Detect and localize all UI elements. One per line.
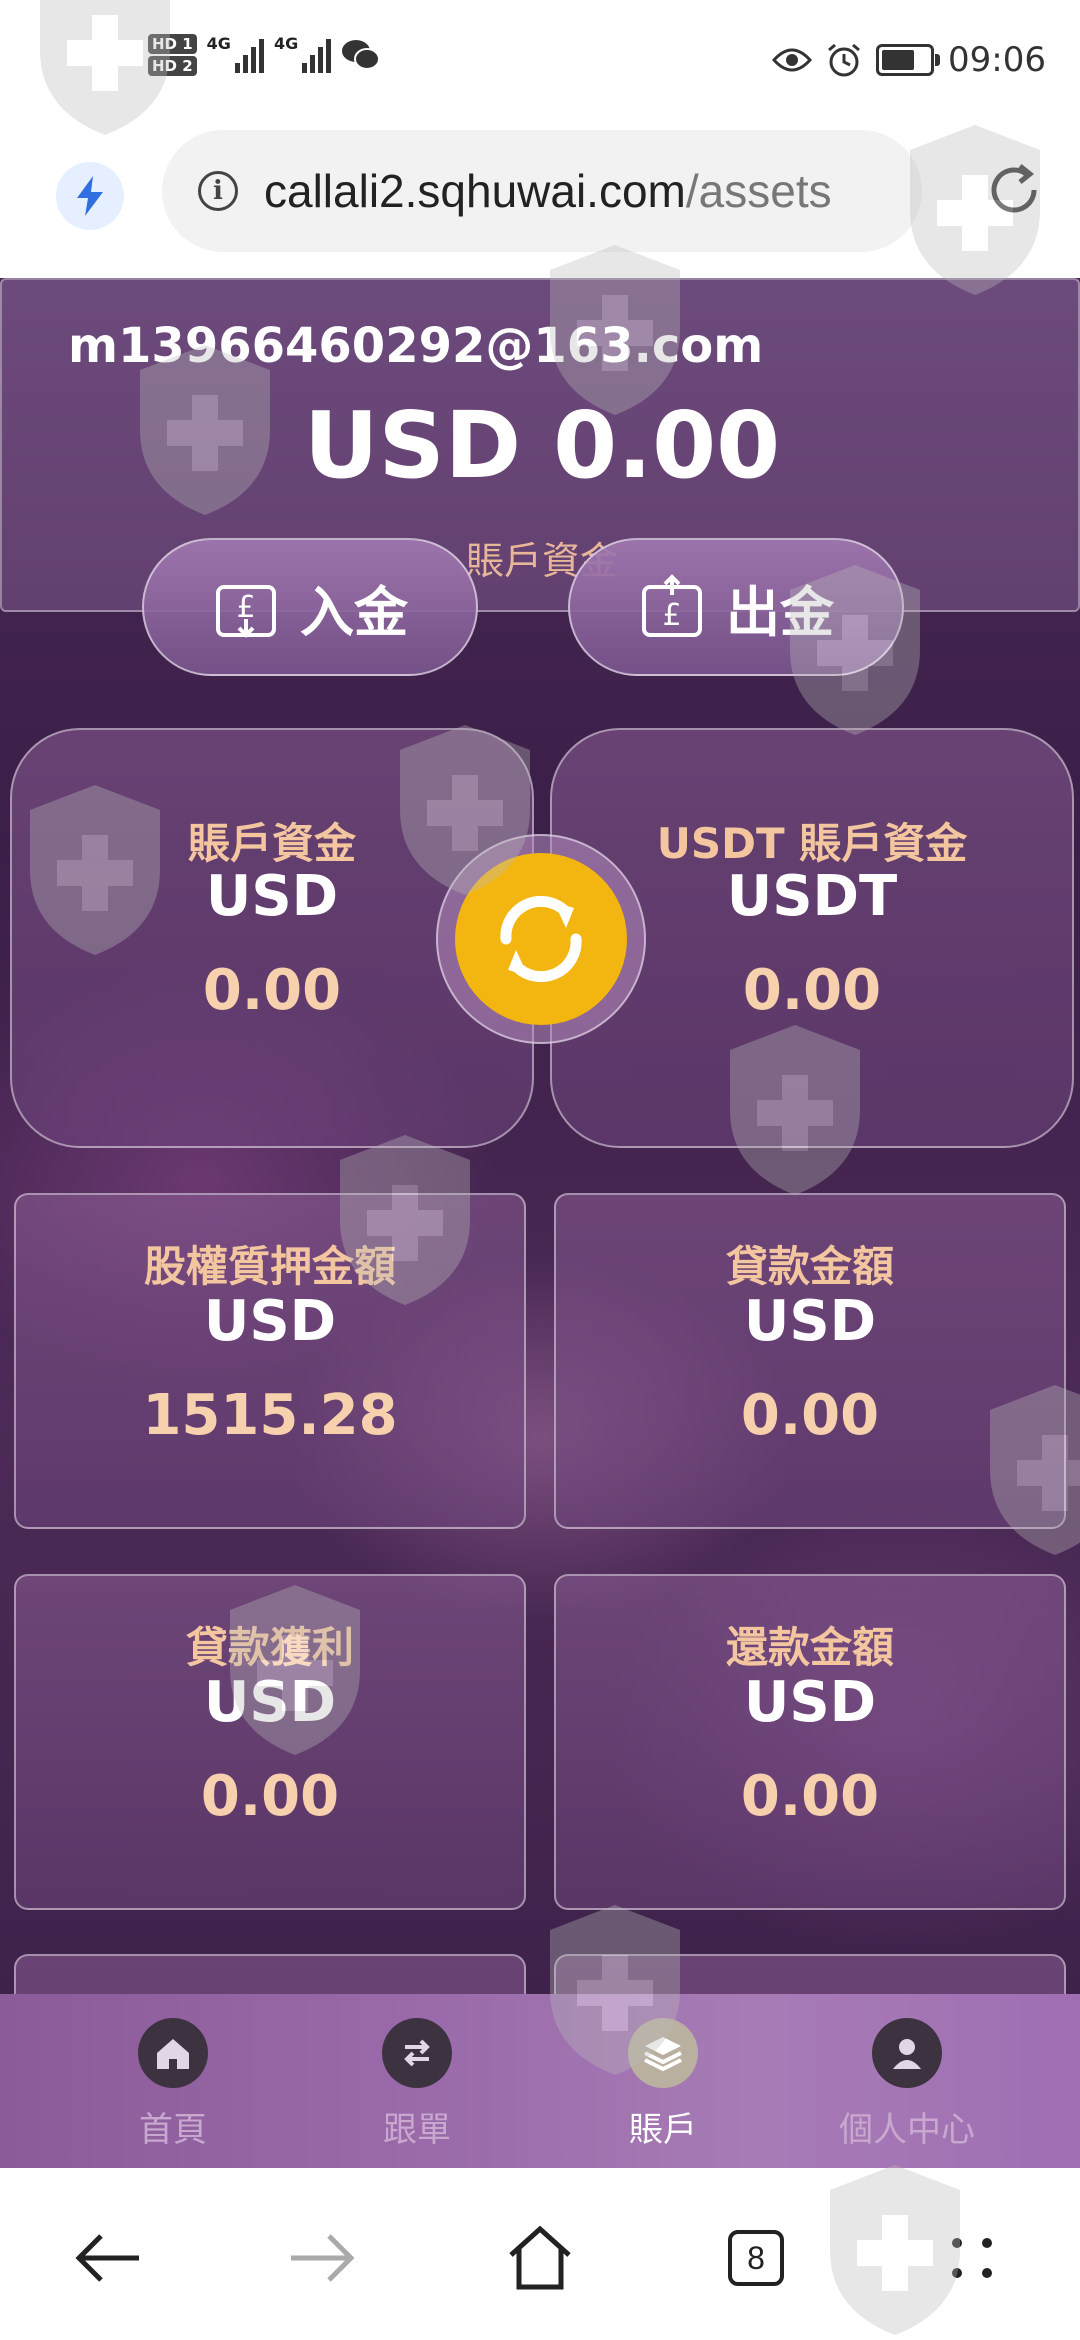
swap-icon [382,2018,452,2088]
withdraw-icon: £ [642,574,702,637]
tabs-button[interactable]: 8 [706,2218,806,2298]
user-icon [872,2018,942,2088]
status-left: HD 1 HD 2 4G 4G [148,34,381,76]
info-icon[interactable]: i [198,171,238,211]
layers-icon [628,2018,698,2088]
hd2-badge: HD 2 [148,56,197,76]
browser-nav-bar: 8 [0,2168,1080,2340]
stat-currency: USD [743,1289,877,1354]
loan-profit-card: 貸款獲利 USD 0.00 [14,1574,526,1910]
more-icon [952,2238,992,2278]
tab-label: 首頁 [139,2110,207,2150]
address-bar[interactable]: i callali2.sqhuwai.com/assets [162,130,922,252]
swap-button[interactable] [436,834,646,1044]
tab-label: 個人中心 [839,2110,975,2150]
tab-home[interactable]: 首頁 [38,1994,308,2168]
status-right: 09:06 [772,40,1046,80]
assets-page: m13966460292@163.com USD 0.00 賬戶資金 £ 入金 … [0,278,1080,2168]
forward-arrow-icon [291,2234,355,2282]
tab-copy-trade[interactable]: 跟單 [282,1994,552,2168]
alarm-icon [828,43,860,77]
signal-icon [302,37,332,73]
home-outline-icon [509,2225,571,2290]
loan-amount-card: 貸款金額 USD 0.00 [554,1193,1066,1529]
stat-title: 股權質押金額 [143,1242,396,1291]
bottom-tab-bar: 首頁 跟單 賬戶 個人中心 [0,1994,1080,2168]
hd1-badge: HD 1 [148,34,197,54]
account-total: USD 0.00 [303,392,781,499]
signal-icon [234,37,264,73]
menu-button[interactable] [922,2218,1022,2298]
sim-badges: HD 1 HD 2 [148,34,197,76]
network-type-2: 4G [273,34,299,53]
tab-label: 賬戶 [629,2110,697,2150]
withdraw-label: 出金 [726,580,834,644]
pledge-amount-card: 股權質押金額 USD 1515.28 [14,1193,526,1529]
deposit-label: 入金 [300,580,408,644]
svg-text:£: £ [662,598,681,633]
repayment-amount-card: 還款金額 USD 0.00 [554,1574,1066,1910]
status-bar: HD 1 HD 2 4G 4G 09:06 [0,0,1080,130]
url-host: callali2.sqhuwai.com [264,165,686,217]
deposit-icon: £ [216,585,276,638]
stat-value: 1515.28 [142,1383,398,1448]
home-button[interactable] [490,2218,590,2298]
stat-value: 0.00 [740,1764,880,1829]
network-type-1: 4G [206,34,231,53]
stat-currency: USD [203,1670,337,1735]
stat-title: 貸款獲利 [185,1623,354,1672]
url-path: /assets [685,165,832,217]
back-button[interactable] [58,2218,158,2298]
tab-profile[interactable]: 個人中心 [772,1994,1042,2168]
stat-currency: USD [203,1289,337,1354]
stat-currency: USD [743,1670,877,1735]
stat-value: 0.00 [740,1383,880,1448]
refresh-icon [500,895,582,983]
url-text[interactable]: callali2.sqhuwai.com/assets [264,164,832,218]
browser-toolbar: i callali2.sqhuwai.com/assets [0,130,1080,280]
home-icon [138,2018,208,2088]
tab-label: 跟單 [383,2110,451,2150]
forward-button[interactable] [272,2218,372,2298]
deposit-button[interactable]: £ 入金 [142,538,478,676]
tabs-count: 8 [728,2230,784,2286]
tab-account[interactable]: 賬戶 [528,1994,798,2168]
account-email: m13966460292@163.com [68,318,764,374]
wallet-title: USDT 賬戶資金 [656,819,968,868]
stat-title: 貸款金額 [725,1242,894,1291]
stat-title: 還款金額 [725,1623,894,1672]
wechat-icon [342,40,381,70]
stat-value: 0.00 [200,1764,340,1829]
wallet-title: 賬戶資金 [187,819,356,868]
withdraw-button[interactable]: £ 出金 [568,538,904,676]
bolt-icon[interactable] [56,162,124,230]
eye-icon [772,48,813,72]
back-arrow-icon [75,2234,139,2282]
clock: 09:06 [948,40,1046,80]
battery-icon [876,44,941,76]
reload-icon[interactable] [982,158,1046,222]
